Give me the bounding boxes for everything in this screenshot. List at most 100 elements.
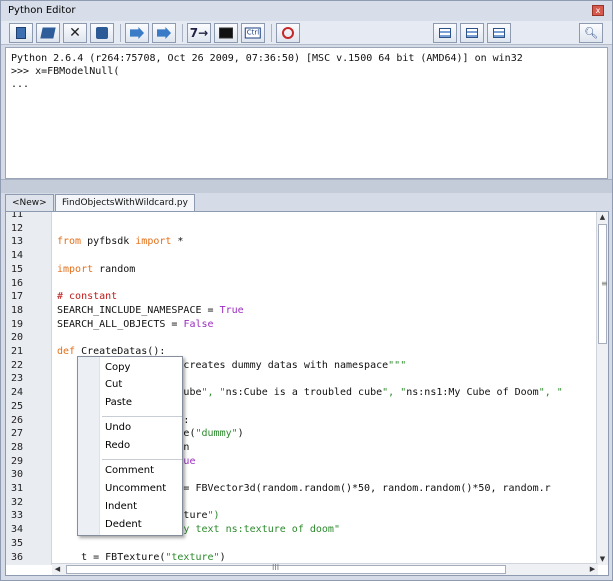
close-window-button[interactable]: x [592,5,604,16]
save-icon [96,27,108,39]
line-number: 25 [11,400,24,412]
menu-separator [102,416,182,417]
menu-item-indent[interactable]: Indent [105,499,181,515]
python-console[interactable]: Python 2.6.4 (r264:75708, Oct 26 2009, 0… [5,47,608,179]
horizontal-scroll-thumb[interactable]: III [66,563,506,574]
scroll-down-icon[interactable]: ▼ [597,554,608,565]
menu-item-dedent[interactable]: Dedent [105,517,181,533]
menu-item-copy[interactable]: Copy [105,360,181,376]
code-line: 15 import random [6,263,598,277]
console-line: ... [11,79,30,90]
window-title: Python Editor [8,5,76,16]
line-number: 27 [11,428,24,440]
line-number: 22 [11,359,24,371]
pane-splitter[interactable] [1,179,612,193]
toolbar-separator [182,24,183,42]
code-line: 19 SEARCH_ALL_OBJECTS = False [6,318,598,332]
line-number: 32 [11,496,24,508]
line-number: 14 [11,250,24,262]
tool-grid-button[interactable] [433,23,457,43]
new-file-icon [16,27,26,39]
tab-new[interactable]: <New> [5,194,54,212]
line-number: 15 [11,263,24,275]
ctrl-icon: Ctrl [244,27,262,39]
code-text: # constant [57,291,118,303]
code-line: 20 [6,331,598,345]
code-line: 12 [6,222,598,236]
ctrl-button[interactable]: Ctrl [241,23,265,43]
tool-view-button[interactable] [487,23,511,43]
code-text: import random [57,263,136,275]
line-number: 21 [11,346,24,357]
line-number: 17 [11,291,24,303]
code-text: SEARCH_ALL_OBJECTS = False [57,318,214,330]
find-icon: 🔍︎ [584,26,598,40]
code-line: 18 SEARCH_INCLUDE_NAMESPACE = True [6,304,598,318]
execute-selection-icon [157,27,171,39]
line-number: 36 [11,551,24,563]
vertical-scroll-thumb[interactable]: ≡ [598,224,608,344]
scroll-grip-icon: III [272,563,280,572]
menu-item-paste[interactable]: Paste [105,395,181,411]
code-line: 16 [6,277,598,291]
toolbar-separator [271,24,272,42]
tool-view-icon [493,28,505,38]
line-number: 20 [11,332,24,344]
menu-item-comment[interactable]: Comment [105,463,181,479]
console-button[interactable] [214,23,238,43]
vertical-scrollbar[interactable]: ▲ ≡ ▼ [596,212,608,565]
no-gear-button[interactable] [276,23,300,43]
tool-table-icon [466,28,478,38]
title-bar: Python Editor x [1,1,612,21]
console-line: Python 2.6.4 (r264:75708, Oct 26 2009, 0… [11,53,523,64]
line-number: 35 [11,537,24,549]
save-button[interactable] [90,23,114,43]
line-number: 23 [11,373,24,385]
scroll-left-icon[interactable]: ◀ [52,564,63,575]
code-text: from pyfbsdk import * [57,236,184,248]
console-line: >>> x=FBModelNull( [11,66,120,77]
code-line: 11 [6,211,598,222]
tab-findobjectswithwildcard[interactable]: FindObjectsWithWildcard.py [55,194,195,212]
line-number: 24 [11,387,24,399]
code-text: SEARCH_INCLUDE_NAMESPACE = True [57,304,244,316]
context-menu-icon-strip [78,357,100,535]
line-number: 34 [11,524,24,536]
line-number: 12 [11,222,24,234]
execute-button[interactable] [125,23,149,43]
context-menu: Copy Cut Paste Undo Redo Comment Uncomme… [77,356,183,536]
menu-item-cut[interactable]: Cut [105,377,181,393]
line-number: 11 [11,211,24,220]
menu-item-undo[interactable]: Undo [105,420,181,436]
horizontal-scrollbar[interactable]: ◀ III ▶ [52,563,598,575]
close-file-icon: ✕ [69,25,81,41]
line-number: 18 [11,304,24,316]
menu-separator [102,459,182,460]
menu-item-uncomment[interactable]: Uncomment [105,481,181,497]
line-number: 13 [11,236,24,248]
scroll-grip-icon: ≡ [601,279,608,288]
code-line: 13 from pyfbsdk import * [6,235,598,249]
execute-selection-button[interactable] [152,23,176,43]
line-number: 28 [11,441,24,453]
step-button[interactable]: 7→ [187,23,211,43]
code-line: 35 [6,537,598,551]
toolbar-separator [120,24,121,42]
open-file-button[interactable] [36,23,60,43]
open-icon [40,27,56,39]
execute-icon [130,27,144,39]
no-gear-icon [282,27,294,39]
tool-table-button[interactable] [460,23,484,43]
line-number: 30 [11,469,24,481]
new-file-button[interactable] [9,23,33,43]
scroll-right-icon[interactable]: ▶ [587,564,598,575]
line-number: 29 [11,455,24,467]
menu-item-redo[interactable]: Redo [105,438,181,454]
close-file-button[interactable]: ✕ [63,23,87,43]
tool-grid-icon [439,28,451,38]
python-editor-window: Python Editor x ✕ 7→ Ctrl 🔍︎ Python 2.6.… [0,0,613,581]
find-button[interactable]: 🔍︎ [579,23,603,43]
line-number: 33 [11,510,24,522]
step-icon: 7→ [189,26,209,40]
scroll-up-icon[interactable]: ▲ [597,212,608,223]
